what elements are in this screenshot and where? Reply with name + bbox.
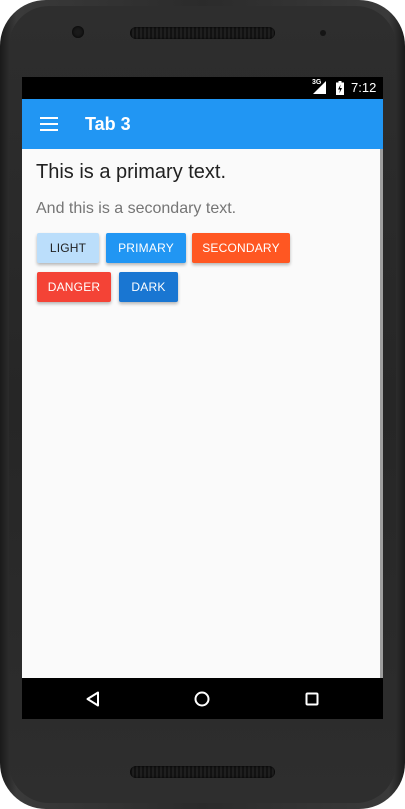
status-time: 7:12 (351, 80, 377, 95)
back-triangle-icon (86, 691, 99, 707)
app-bar: Tab 3 (22, 99, 383, 149)
top-speaker (130, 27, 275, 39)
page-title: Tab 3 (85, 114, 131, 134)
navigation-bar (22, 678, 383, 719)
light-button[interactable]: LIGHT (37, 233, 99, 263)
back-button[interactable] (83, 689, 103, 709)
battery-icon (336, 81, 344, 95)
danger-button[interactable]: DANGER (37, 272, 111, 302)
recents-button[interactable] (302, 689, 322, 709)
proximity-sensor (320, 30, 326, 36)
scrollbar[interactable] (380, 149, 383, 678)
home-circle-icon (194, 691, 210, 707)
phone-frame: 3G 7:12 Tab 3 This is a primary text. An… (0, 0, 405, 809)
dark-button[interactable]: DARK (119, 272, 178, 302)
menu-button[interactable] (38, 113, 60, 135)
tab-content: This is a primary text. And this is a se… (22, 149, 383, 719)
hamburger-menu-icon (40, 117, 58, 131)
bottom-speaker (130, 766, 275, 778)
recents-square-icon (305, 692, 319, 706)
primary-text: This is a primary text. (36, 161, 227, 183)
signal-icon (313, 81, 326, 94)
home-button[interactable] (192, 689, 212, 709)
front-camera (72, 26, 84, 38)
secondary-text: And this is a secondary text. (36, 200, 237, 217)
primary-button[interactable]: PRIMARY (106, 233, 186, 263)
screen: 3G 7:12 Tab 3 This is a primary text. An… (22, 77, 383, 719)
status-bar: 3G 7:12 (22, 77, 383, 99)
secondary-button[interactable]: SECONDARY (192, 233, 290, 263)
